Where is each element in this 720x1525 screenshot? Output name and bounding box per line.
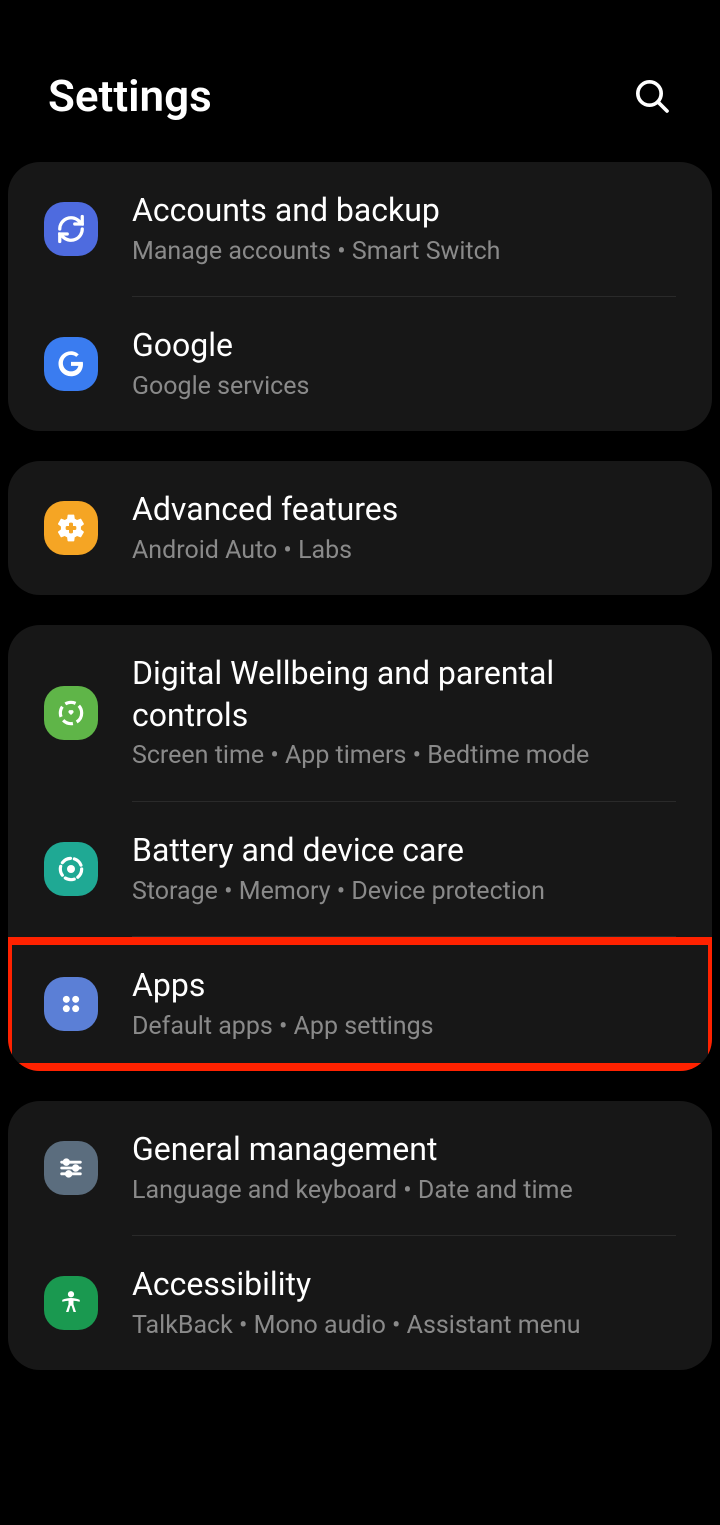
item-title: Digital Wellbeing and parental controls — [132, 653, 676, 736]
settings-group: Digital Wellbeing and parental controls … — [8, 625, 712, 1071]
google-icon — [44, 337, 98, 391]
item-subtitle: Android Auto • Labs — [132, 535, 676, 568]
item-subtitle: Manage accounts • Smart Switch — [132, 236, 676, 269]
item-subtitle: TalkBack • Mono audio • Assistant menu — [132, 1310, 676, 1343]
sync-icon — [44, 202, 98, 256]
gear-plus-icon — [44, 501, 98, 555]
item-subtitle: Google services — [132, 371, 676, 404]
item-subtitle: Language and keyboard • Date and time — [132, 1175, 676, 1208]
item-subtitle: Storage • Memory • Device protection — [132, 876, 676, 909]
highlight-box: Apps Default apps • App settings — [8, 937, 712, 1071]
item-subtitle: Screen time • App timers • Bedtime mode — [132, 740, 676, 773]
settings-item-accessibility[interactable]: Accessibility TalkBack • Mono audio • As… — [8, 1236, 712, 1370]
page-title: Settings — [48, 70, 212, 122]
item-title: Accounts and backup — [132, 190, 676, 232]
item-title: Google — [132, 325, 676, 367]
sliders-icon — [44, 1141, 98, 1195]
header: Settings — [0, 0, 720, 162]
wellbeing-icon — [44, 686, 98, 740]
search-icon — [632, 76, 672, 116]
item-subtitle: Default apps • App settings — [132, 1011, 676, 1044]
settings-item-digital-wellbeing[interactable]: Digital Wellbeing and parental controls … — [8, 625, 712, 801]
settings-group: Advanced features Android Auto • Labs — [8, 461, 712, 595]
settings-group: General management Language and keyboard… — [8, 1101, 712, 1370]
apps-icon — [44, 977, 98, 1031]
settings-list: Accounts and backup Manage accounts • Sm… — [0, 162, 720, 1370]
item-title: General management — [132, 1129, 676, 1171]
device-care-icon — [44, 842, 98, 896]
settings-item-accounts-backup[interactable]: Accounts and backup Manage accounts • Sm… — [8, 162, 712, 296]
item-title: Battery and device care — [132, 830, 676, 872]
item-title: Apps — [132, 965, 676, 1007]
search-button[interactable] — [632, 76, 672, 116]
settings-item-google[interactable]: Google Google services — [8, 297, 712, 431]
accessibility-icon — [44, 1276, 98, 1330]
settings-item-apps[interactable]: Apps Default apps • App settings — [12, 945, 708, 1063]
settings-item-general-management[interactable]: General management Language and keyboard… — [8, 1101, 712, 1235]
settings-group: Accounts and backup Manage accounts • Sm… — [8, 162, 712, 431]
item-title: Accessibility — [132, 1264, 676, 1306]
settings-item-battery-device-care[interactable]: Battery and device care Storage • Memory… — [8, 802, 712, 936]
item-title: Advanced features — [132, 489, 676, 531]
settings-item-advanced-features[interactable]: Advanced features Android Auto • Labs — [8, 461, 712, 595]
